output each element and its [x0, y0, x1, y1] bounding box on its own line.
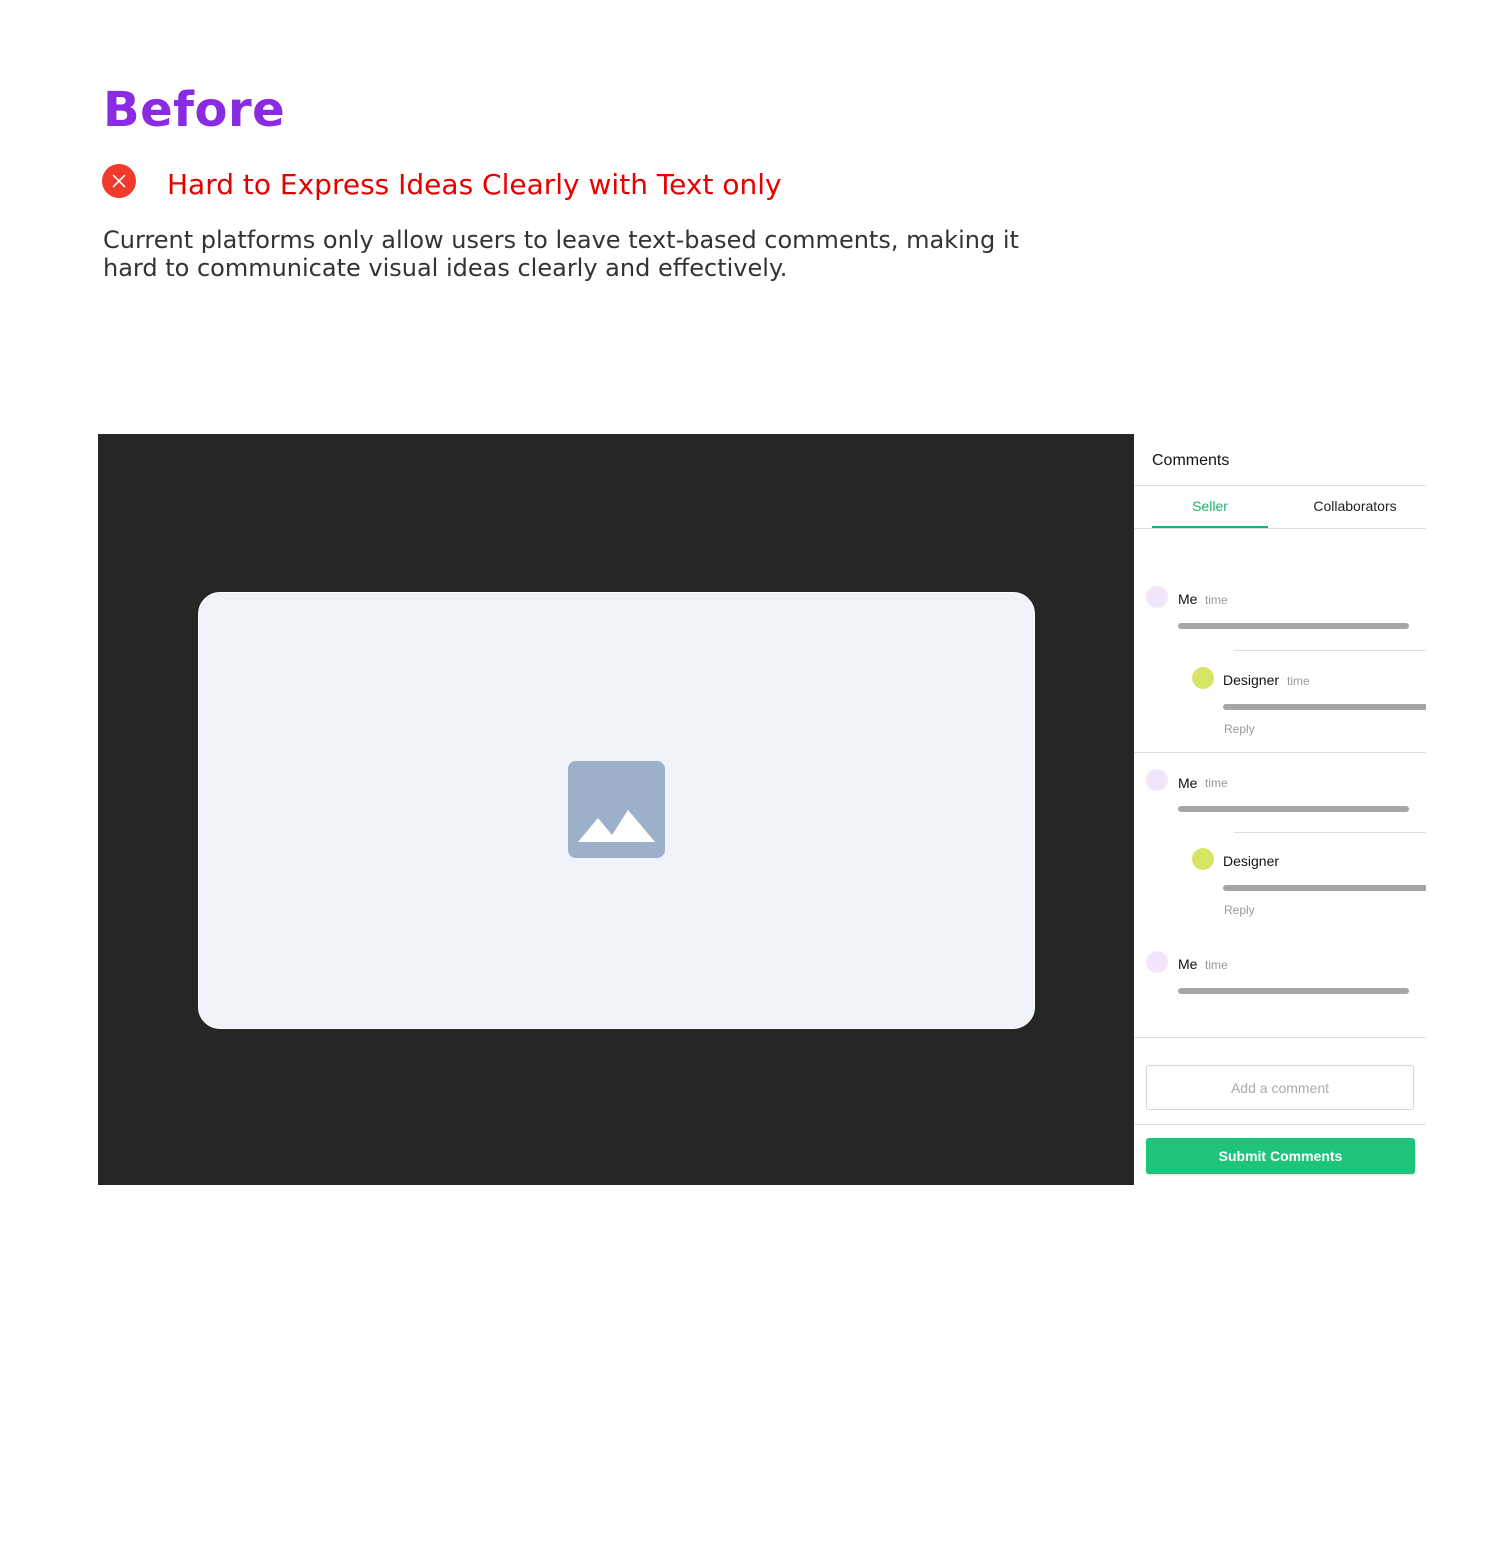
- media-viewer: [98, 434, 1134, 1185]
- reply-time: time: [1287, 674, 1310, 688]
- tab-seller[interactable]: Seller: [1152, 498, 1268, 514]
- reply-text-placeholder: [1223, 885, 1426, 891]
- avatar: [1192, 667, 1214, 689]
- page-heading: Before: [103, 82, 286, 138]
- comments-panel: Comments Seller Collaborators Me time De…: [1134, 434, 1426, 1185]
- close-circle-icon: [102, 164, 136, 198]
- comment-time: time: [1205, 958, 1228, 972]
- submit-comments-button[interactable]: Submit Comments: [1146, 1138, 1415, 1174]
- comment-author: Me: [1178, 591, 1198, 607]
- reply-text-placeholder: [1223, 704, 1426, 710]
- comment-time: time: [1205, 776, 1228, 790]
- problem-description: Current platforms only allow users to le…: [103, 226, 1019, 282]
- avatar: [1146, 951, 1168, 973]
- tab-collaborators[interactable]: Collaborators: [1284, 498, 1426, 514]
- reply-link[interactable]: Reply: [1224, 722, 1255, 736]
- divider: [1134, 485, 1426, 486]
- avatar: [1146, 769, 1168, 791]
- avatar: [1192, 848, 1214, 870]
- problem-title: Hard to Express Ideas Clearly with Text …: [167, 168, 782, 201]
- comment-input[interactable]: [1146, 1065, 1414, 1110]
- comment-time: time: [1205, 593, 1228, 607]
- media-canvas: [198, 592, 1035, 1029]
- comment-text-placeholder: [1178, 988, 1409, 994]
- reply-link[interactable]: Reply: [1224, 903, 1255, 917]
- divider: [1234, 650, 1426, 651]
- comment-text-placeholder: [1178, 806, 1409, 812]
- comment-text-placeholder: [1178, 623, 1409, 629]
- reply-author: Designer: [1223, 853, 1280, 869]
- divider: [1134, 1124, 1426, 1125]
- reply-author: Designer: [1223, 672, 1280, 688]
- comment-author: Me: [1178, 956, 1198, 972]
- divider: [1234, 832, 1426, 833]
- divider: [1134, 528, 1426, 529]
- panel-title: Comments: [1152, 452, 1230, 469]
- image-placeholder-icon: [568, 761, 665, 858]
- comment-author: Me: [1178, 775, 1198, 791]
- avatar: [1146, 586, 1168, 608]
- divider: [1134, 1037, 1426, 1038]
- divider: [1134, 752, 1426, 753]
